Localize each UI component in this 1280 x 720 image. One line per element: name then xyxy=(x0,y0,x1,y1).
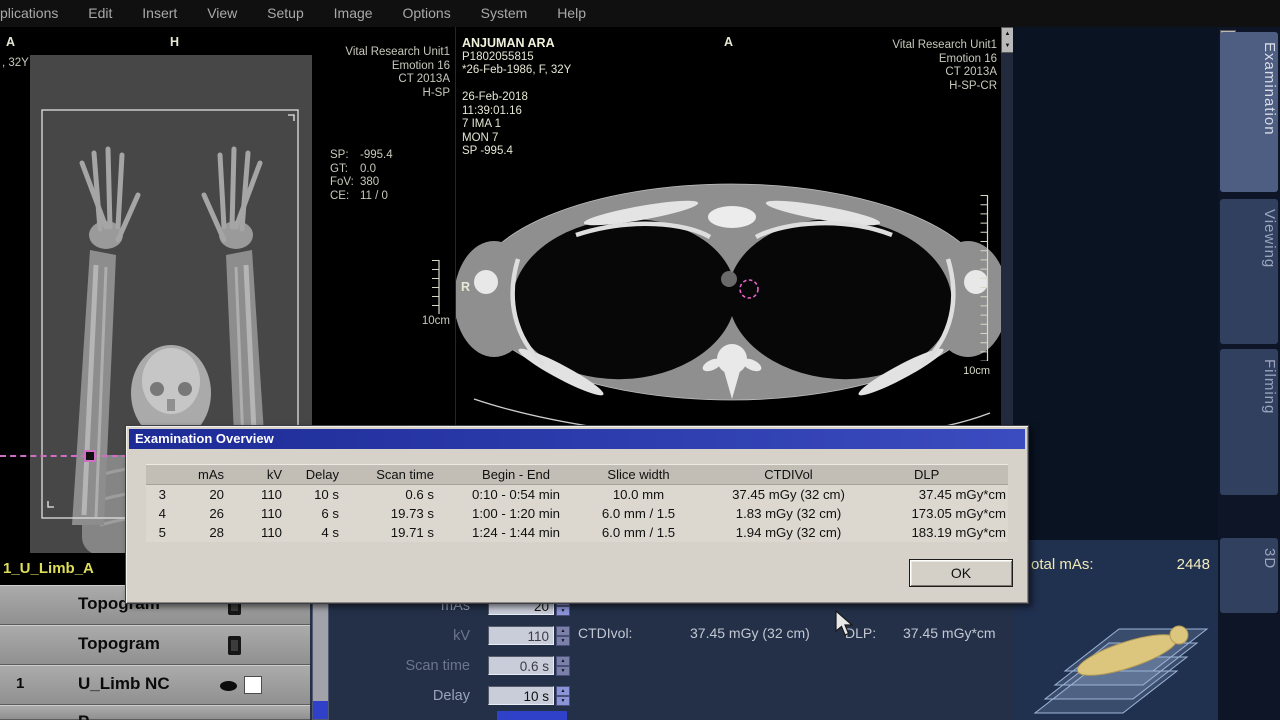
film-frame-icon xyxy=(228,636,241,655)
dose-readout: CTDIvol: 37.45 mGy (32 cm) DLP: 37.45 mG… xyxy=(310,625,1013,643)
total-mas-readout: otal mAs: 2448 xyxy=(1013,556,1218,576)
station-info: Vital Research Unit1 Emotion 16 CT 2013A… xyxy=(345,46,450,99)
orientation-label-a: A xyxy=(6,35,16,49)
scantime-stepper[interactable]: ▲ ▼ xyxy=(556,656,570,677)
mouse-cursor xyxy=(835,610,854,636)
orientation-label-h: H xyxy=(170,35,180,49)
table-row[interactable]: 5 28 110 4 s 19.71 s 1:24 - 1:44 min 6.0… xyxy=(146,523,1008,542)
tab-3d[interactable]: 3D xyxy=(1220,538,1278,613)
menu-item-insert[interactable]: Insert xyxy=(142,0,177,27)
scantime-field[interactable]: 0.6 s xyxy=(488,656,554,675)
stepper-up-icon[interactable]: ▲ xyxy=(556,686,570,696)
delay-stepper[interactable]: ▲ ▼ xyxy=(556,686,570,707)
menu-item-image[interactable]: Image xyxy=(334,0,373,27)
table-row[interactable]: 3 20 110 10 s 0.6 s 0:10 - 0:54 min 10.0… xyxy=(146,485,1008,504)
examination-overview-dialog: Examination Overview mAs kV Delay Scan t… xyxy=(125,425,1029,604)
delay-control-row: Delay 10 s ▲ ▼ xyxy=(310,685,1013,707)
menu-item-help[interactable]: Help xyxy=(557,0,586,27)
orientation-label-a: A xyxy=(724,35,734,49)
ctdivol-value: 37.45 mGy (32 cm) xyxy=(690,625,810,641)
patient-info-block: ANJUMAN ARA P1802055815 *26-Feb-1986, F,… xyxy=(462,36,572,157)
menu-item-view[interactable]: View xyxy=(207,0,237,27)
ct-workstation: plications Edit Insert View Setup Image … xyxy=(0,0,1280,720)
station-info: Vital Research Unit1 Emotion 16 CT 2013A… xyxy=(892,39,997,92)
scantime-label: Scan time xyxy=(405,658,470,674)
stepper-down-icon[interactable]: ▼ xyxy=(556,696,570,706)
tab-examination[interactable]: Examination xyxy=(1220,32,1278,192)
list-item-partial[interactable]: P xyxy=(0,705,310,720)
dlp-value: 37.45 mGy*cm xyxy=(903,625,996,641)
total-mas-value: 2448 xyxy=(1176,556,1210,573)
scan-parameters: SP: -995.4 GT: 0.0 FoV: 380 CE: 11 / 0 xyxy=(330,149,393,202)
stepper-down-icon[interactable]: ▼ xyxy=(556,666,570,676)
examination-table: mAs kV Delay Scan time Begin - End Slice… xyxy=(146,464,1008,542)
menu-bar: plications Edit Insert View Setup Image … xyxy=(0,0,1280,27)
list-item-ulimb-nc[interactable]: 1 U_Limb NC xyxy=(0,665,310,705)
scale-ruler xyxy=(432,260,440,314)
axial-scale-label: 10cm xyxy=(963,365,990,377)
stepper-up-icon[interactable]: ▲ xyxy=(556,656,570,666)
total-mas-label: otal mAs: xyxy=(1031,556,1094,573)
tab-filming[interactable]: Filming xyxy=(1220,349,1278,495)
delay-field[interactable]: 10 s xyxy=(488,686,554,705)
delay-label: Delay xyxy=(432,688,470,704)
stepper-down-icon[interactable]: ▼ xyxy=(556,606,570,616)
tab-viewing[interactable]: Viewing xyxy=(1220,199,1278,344)
protocol-step-list: Topogram Topogram 1 U_Limb NC P xyxy=(0,585,310,720)
menu-item-options[interactable]: Options xyxy=(402,0,450,27)
ok-button[interactable]: OK xyxy=(909,559,1013,587)
task-tab-strip: ▲▼ Examination Viewing Filming 3D xyxy=(1218,27,1280,720)
eye-icon xyxy=(220,681,237,691)
menu-item-edit[interactable]: Edit xyxy=(88,0,112,27)
scantime-control-row: Scan time 0.6 s ▲ ▼ xyxy=(310,655,1013,677)
menu-item-applications[interactable]: plications xyxy=(0,0,58,27)
scale-label: 10cm xyxy=(421,315,450,327)
orientation-label-r: R xyxy=(461,280,471,294)
menu-item-system[interactable]: System xyxy=(481,0,528,27)
step-checkbox[interactable] xyxy=(244,676,262,694)
dialog-title-bar[interactable]: Examination Overview xyxy=(129,429,1025,449)
table-header-row: mAs kV Delay Scan time Begin - End Slice… xyxy=(146,464,1008,485)
selected-field-fragment xyxy=(497,711,567,720)
scan-range-handle[interactable] xyxy=(84,450,96,462)
slice-stack-3d-graphic xyxy=(1033,625,1209,714)
list-item-topogram-2[interactable]: Topogram xyxy=(0,625,310,665)
table-row[interactable]: 4 26 110 6 s 19.73 s 1:00 - 1:20 min 6.0… xyxy=(146,504,1008,523)
ctdivol-label: CTDIvol: xyxy=(578,625,633,641)
menu-item-setup[interactable]: Setup xyxy=(267,0,304,27)
right-panel: otal mAs: 2448 xyxy=(1013,27,1218,720)
patient-info-fragment: , 32Y xyxy=(2,57,29,69)
